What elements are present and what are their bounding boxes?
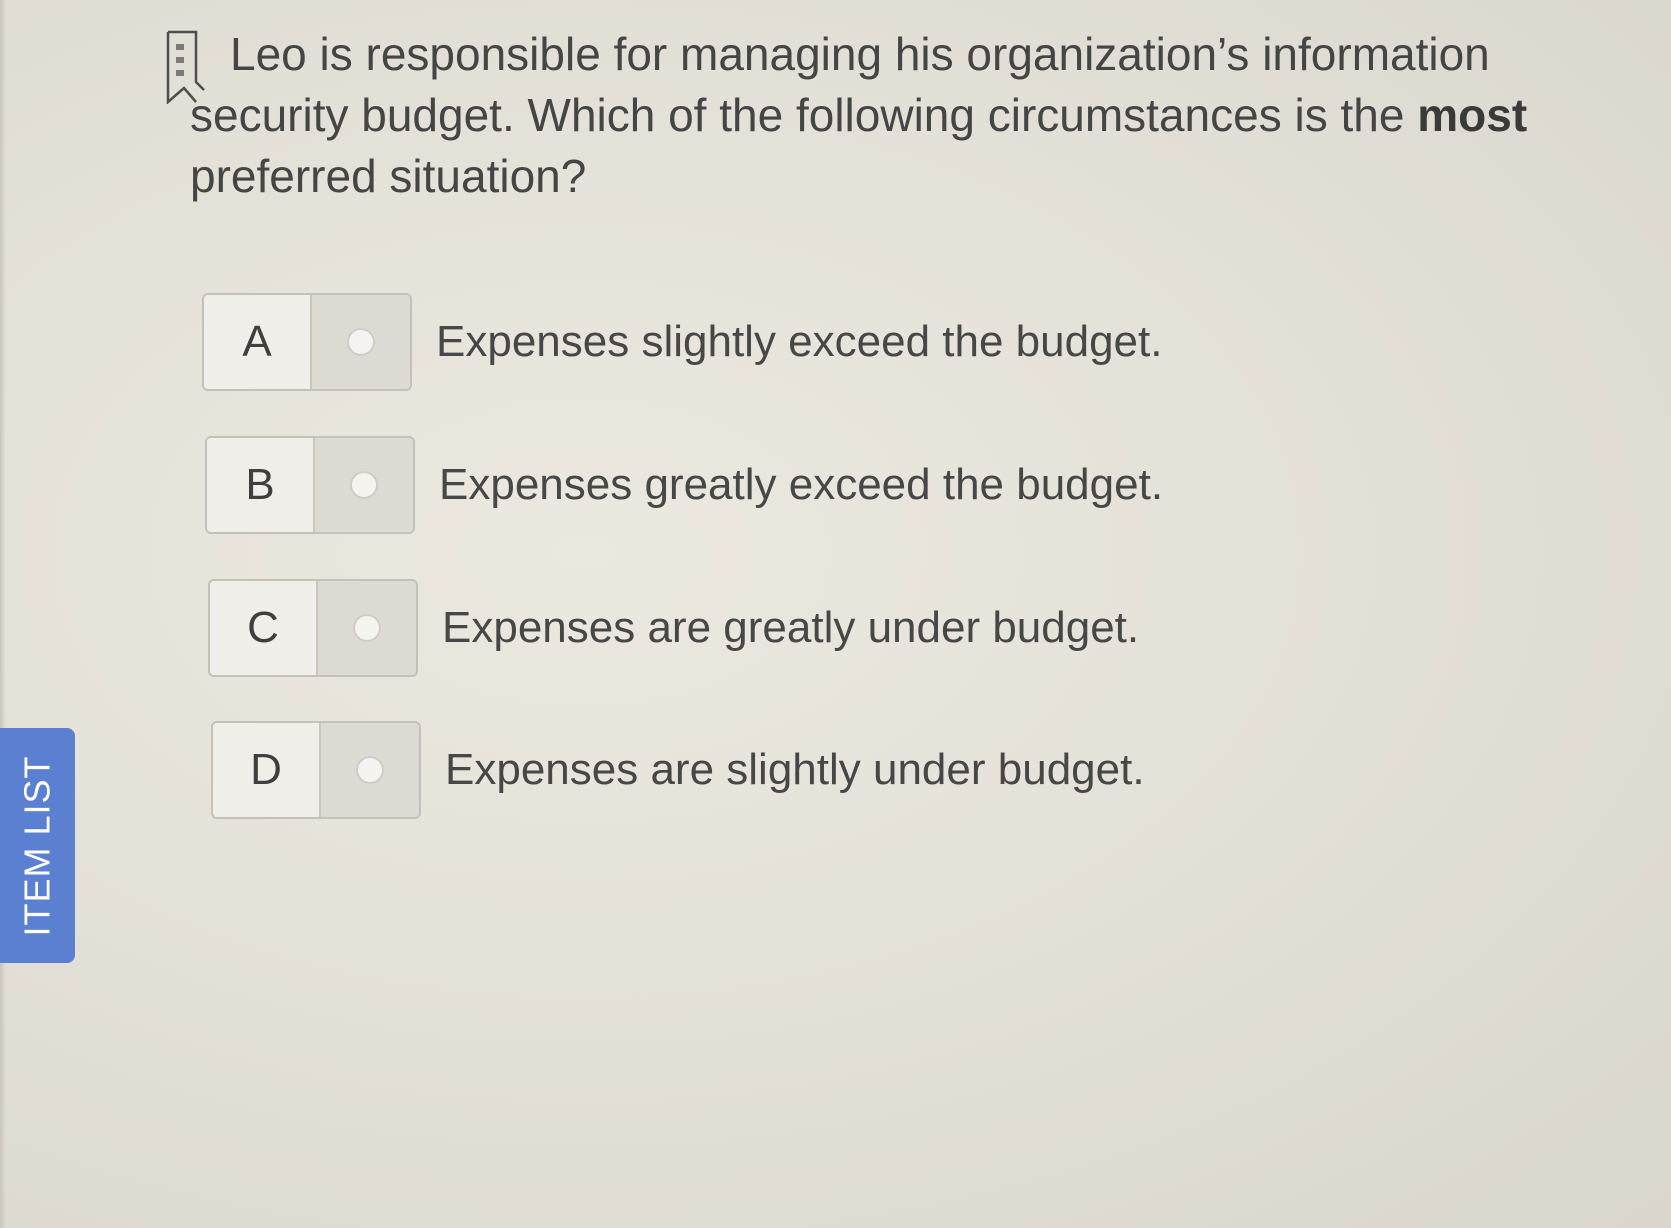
option-a-text[interactable]: Expenses slightly exceed the budget. xyxy=(436,317,1162,367)
option-b-selector[interactable]: B xyxy=(205,436,415,534)
option-b[interactable]: B Expenses greatly exceed the budget. xyxy=(205,435,1163,535)
option-a-letter: A xyxy=(204,295,312,389)
option-b-letter: B xyxy=(207,438,315,532)
option-d-letter: D xyxy=(213,723,321,817)
option-d-selector[interactable]: D xyxy=(211,721,421,819)
option-c-radio-cell[interactable] xyxy=(318,581,416,675)
option-a-selector[interactable]: A xyxy=(202,293,412,391)
radio-unselected-icon[interactable] xyxy=(353,614,381,642)
question-text-part2: preferred situation? xyxy=(190,150,587,202)
question-text-part1: Leo is responsible for managing his orga… xyxy=(190,28,1490,141)
item-list-label: ITEM LIST xyxy=(16,754,58,937)
item-list-tab[interactable]: ITEM LIST xyxy=(0,728,75,963)
option-b-text[interactable]: Expenses greatly exceed the budget. xyxy=(439,460,1163,510)
option-a-radio-cell[interactable] xyxy=(312,295,410,389)
option-b-radio-cell[interactable] xyxy=(315,438,413,532)
option-c-letter: C xyxy=(210,581,318,675)
option-d[interactable]: D Expenses are slightly under budget. xyxy=(211,720,1145,820)
option-c-selector[interactable]: C xyxy=(208,579,418,677)
option-a[interactable]: A Expenses slightly exceed the budget. xyxy=(202,292,1162,392)
option-d-radio-cell[interactable] xyxy=(321,723,419,817)
question-text: Leo is responsible for managing his orga… xyxy=(190,24,1610,207)
question-emphasis: most xyxy=(1417,89,1528,141)
radio-unselected-icon[interactable] xyxy=(347,328,375,356)
left-edge-shadow xyxy=(0,0,6,1228)
radio-unselected-icon[interactable] xyxy=(350,471,378,499)
radio-unselected-icon[interactable] xyxy=(356,756,384,784)
option-c-text[interactable]: Expenses are greatly under budget. xyxy=(442,603,1139,653)
option-c[interactable]: C Expenses are greatly under budget. xyxy=(208,578,1139,678)
option-d-text[interactable]: Expenses are slightly under budget. xyxy=(445,745,1145,795)
